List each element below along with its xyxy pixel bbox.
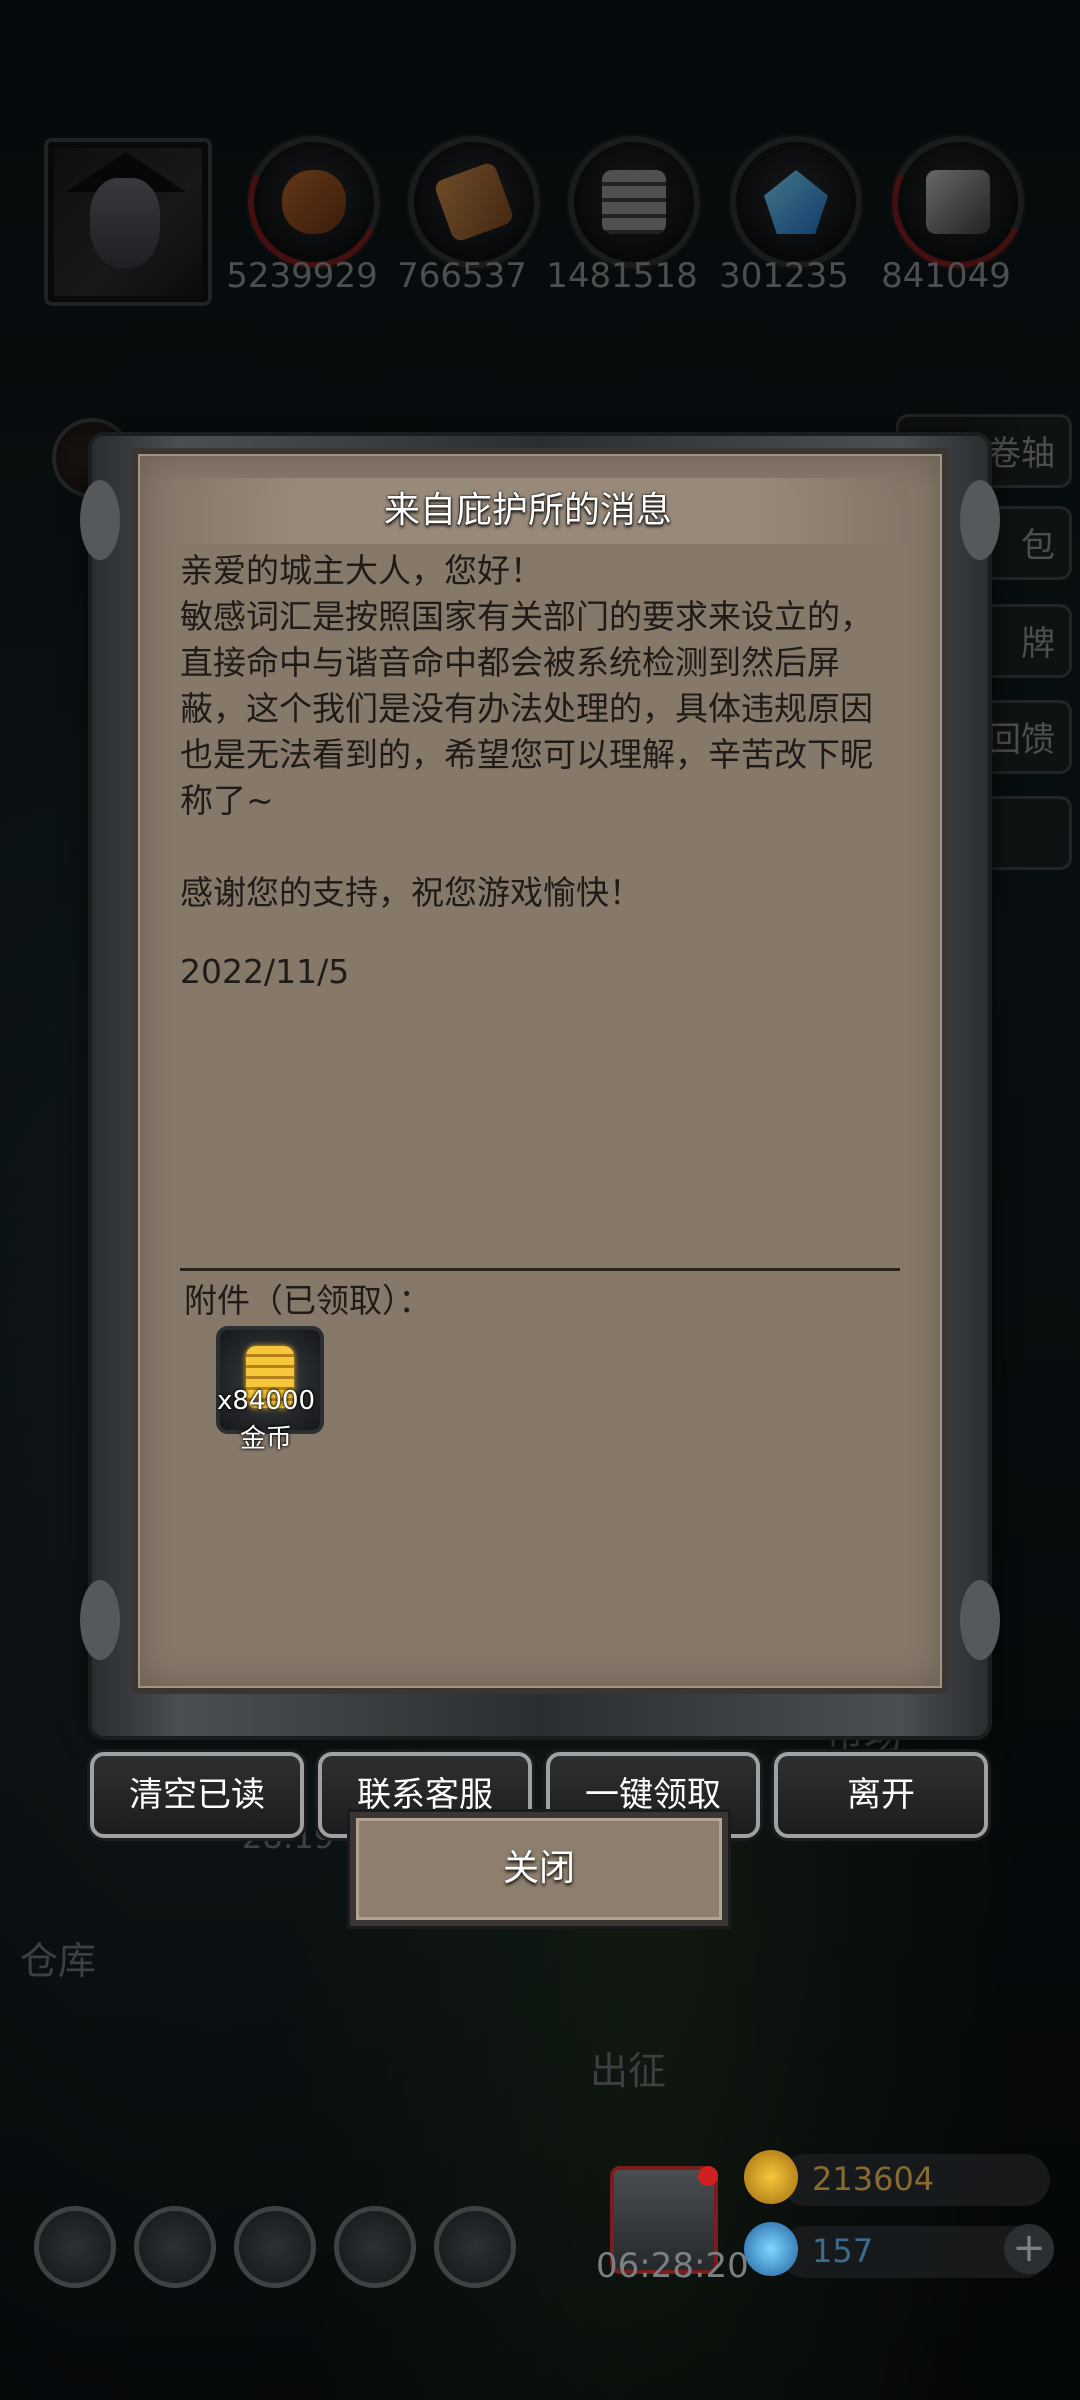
- gift-timer: 06:28:20: [596, 2246, 749, 2286]
- attachment-quantity: x84000: [216, 1386, 316, 1416]
- attachment-label: 附件（已领取）：: [184, 1281, 432, 1320]
- notification-dot: [698, 2166, 718, 2186]
- frame-ornament: [960, 1580, 1000, 1660]
- frame-ornament: [80, 1580, 120, 1660]
- frame-ornament: [960, 480, 1000, 560]
- settings-gear-icon[interactable]: [34, 2206, 116, 2288]
- gold-coin-icon: [744, 2150, 798, 2204]
- star-badge-icon[interactable]: [134, 2206, 216, 2288]
- frame-ornament: [80, 480, 120, 560]
- clear-read-button[interactable]: 清空已读: [90, 1752, 304, 1838]
- mail-icon[interactable]: [334, 2206, 416, 2288]
- attachment-name: 金币: [239, 1424, 292, 1454]
- attachment-divider: [180, 1268, 900, 1271]
- message-body: 亲爱的城主大人，您好！ 敏感词汇是按照国家有关部门的要求来设立的，直接命中与谐音…: [180, 551, 873, 912]
- leave-button[interactable]: 离开: [774, 1752, 988, 1838]
- game-screen: 5239929 766537 1481518 301235 841049 卷轴 …: [0, 0, 1080, 2400]
- gold-amount: 213604: [812, 2160, 935, 2198]
- dialog-title: 来自庇护所的消息: [148, 478, 908, 544]
- message-date: 2022/11/5: [180, 952, 350, 991]
- close-button[interactable]: 关闭: [350, 1812, 728, 1926]
- gem-amount: 157: [812, 2232, 874, 2270]
- gem-icon: [744, 2222, 798, 2276]
- add-currency-button[interactable]: +: [1004, 2224, 1054, 2274]
- map-icon[interactable]: [434, 2206, 516, 2288]
- shield-icon[interactable]: [234, 2206, 316, 2288]
